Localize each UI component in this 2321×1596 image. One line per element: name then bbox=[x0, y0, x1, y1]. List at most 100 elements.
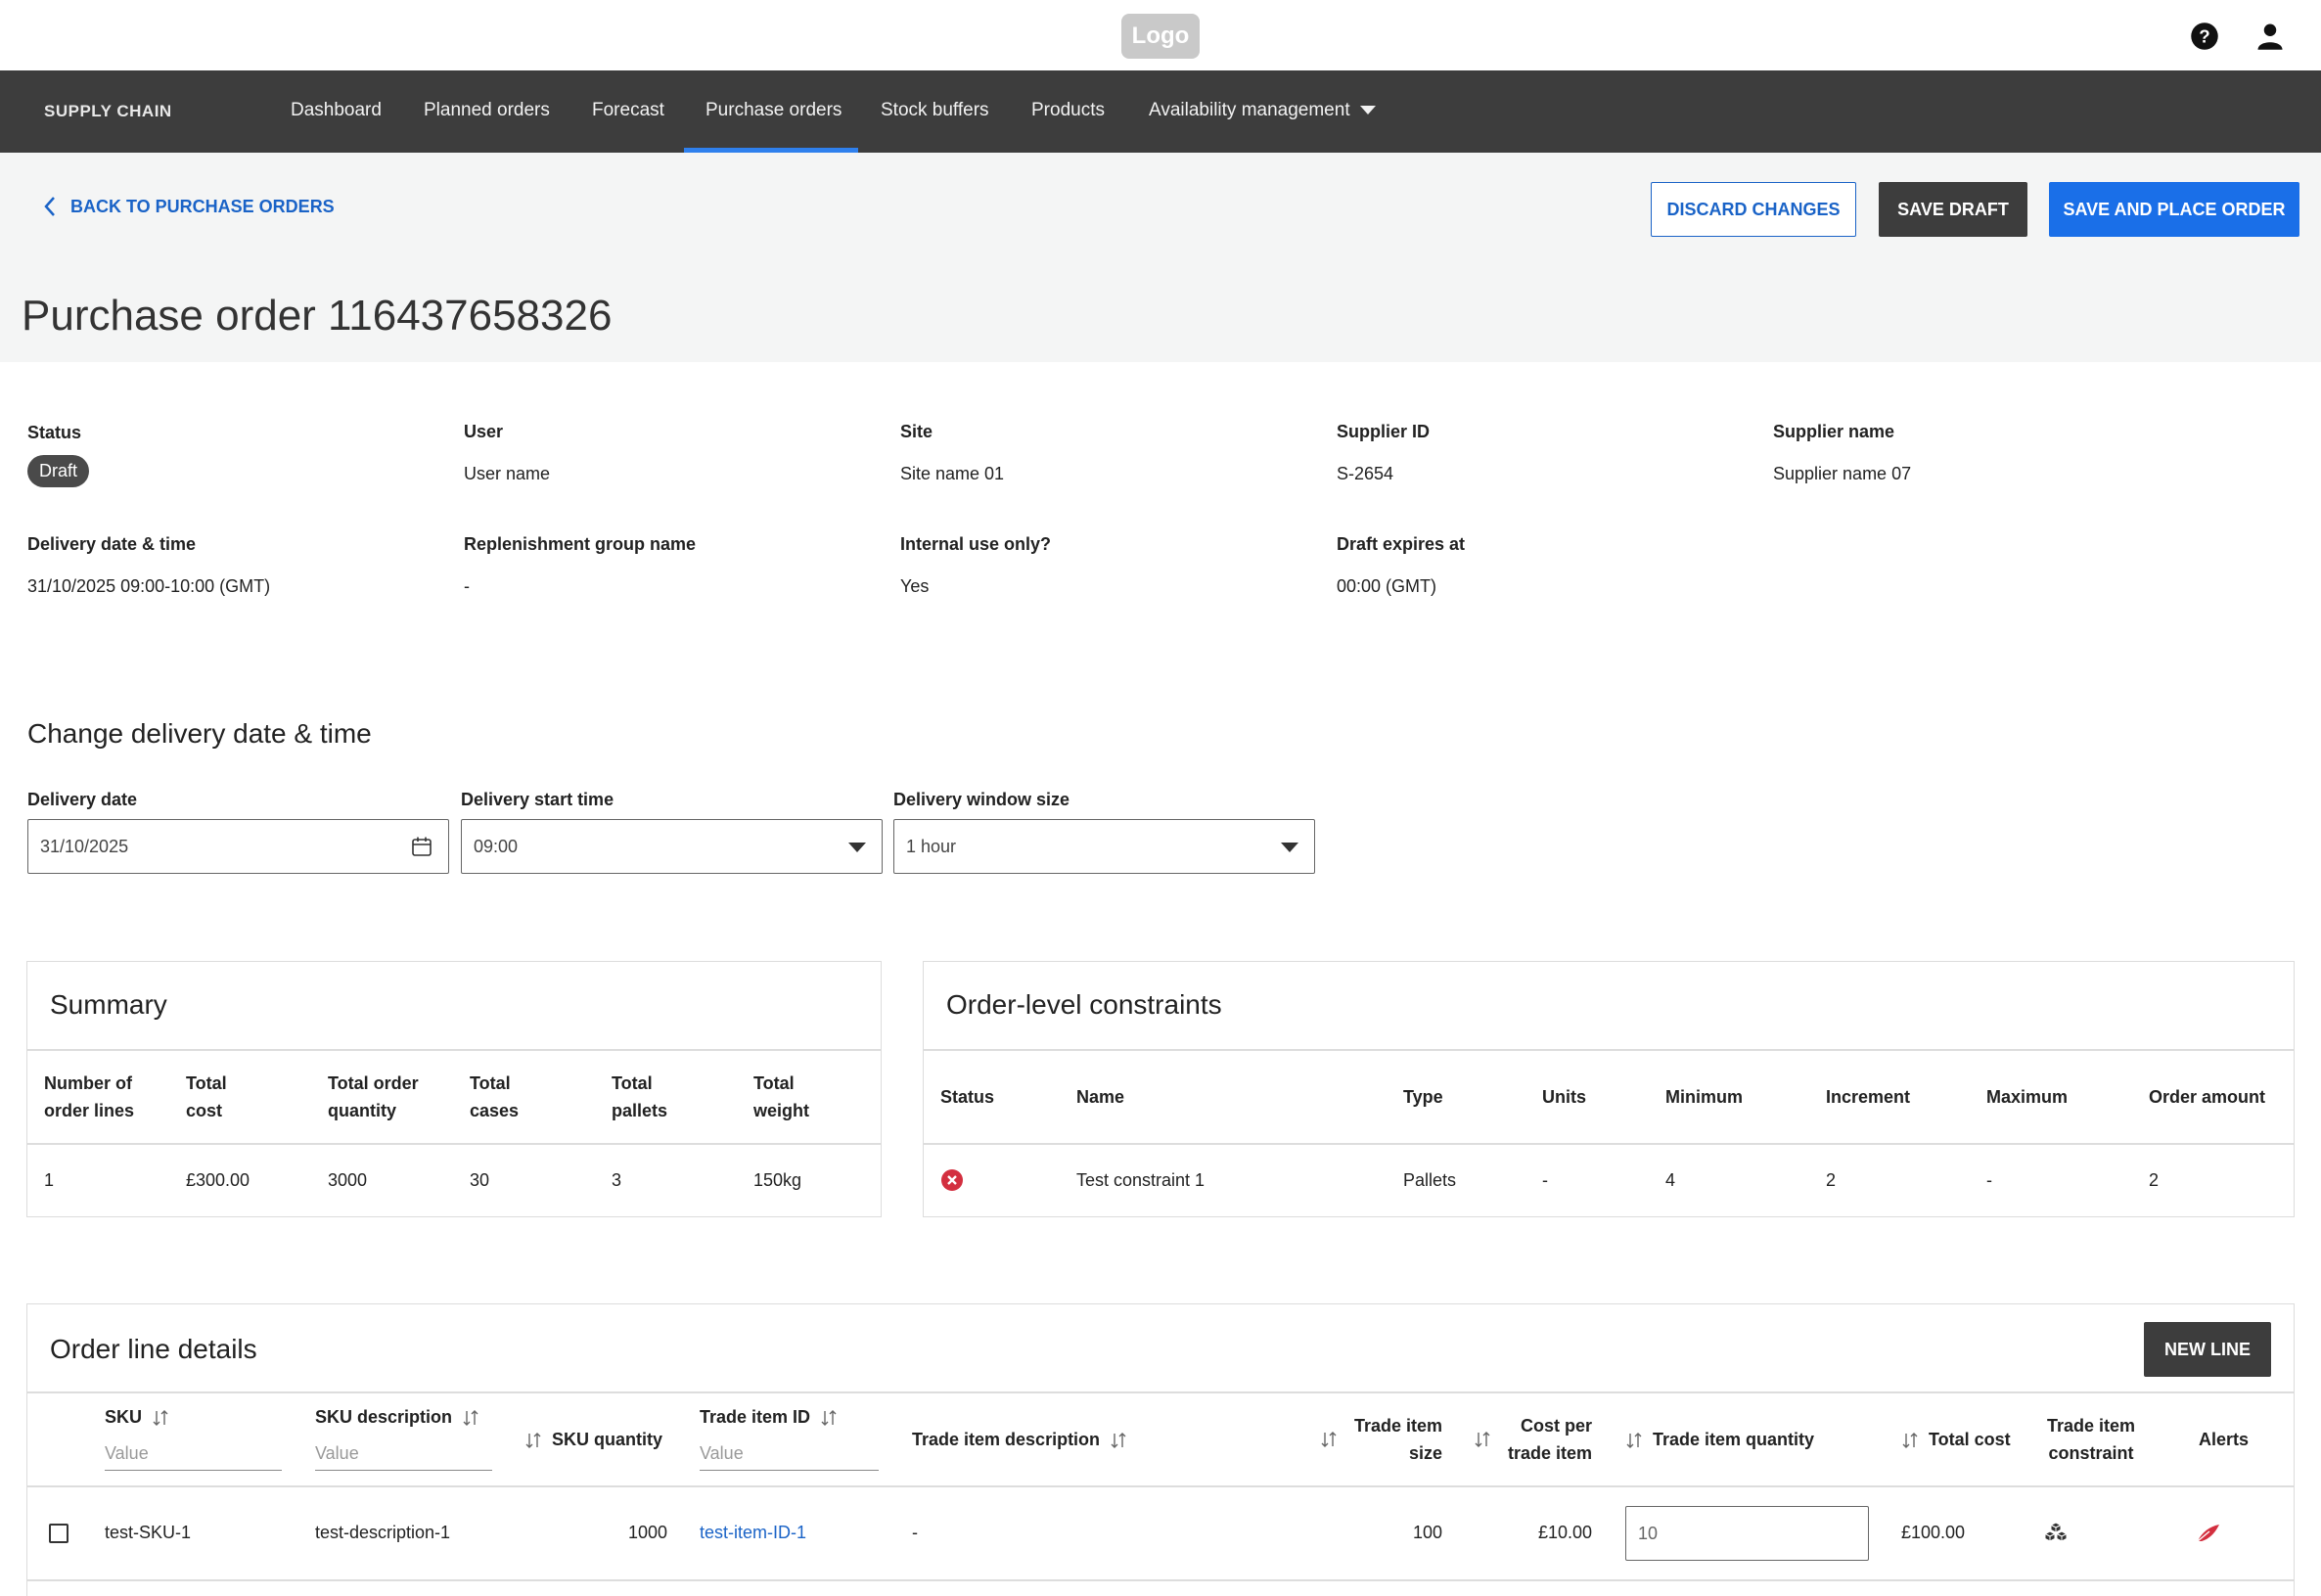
summary-value-total-pallets: 3 bbox=[612, 1170, 622, 1190]
nav-item-stock-buffers[interactable]: Stock buffers bbox=[881, 100, 989, 121]
sort-icon[interactable] bbox=[524, 1432, 542, 1449]
save-draft-button[interactable]: SAVE DRAFT bbox=[1879, 182, 2027, 237]
alert-icon[interactable] bbox=[2196, 1523, 2221, 1544]
summary-header-total-weight: Total weight bbox=[753, 1073, 809, 1120]
user-icon[interactable] bbox=[2255, 22, 2285, 51]
trade-item-id-filter-input[interactable]: Value bbox=[700, 1443, 879, 1471]
supplier-name-value: Supplier name 07 bbox=[1773, 464, 1912, 483]
chevron-down-icon bbox=[1359, 106, 1376, 115]
internal-use-label: Internal use only? bbox=[900, 534, 1052, 554]
divider bbox=[923, 1049, 2295, 1051]
column-header-sku-quantity[interactable]: SKU quantity bbox=[524, 1426, 662, 1453]
column-header-cost-per-trade-item[interactable]: Cost per trade item bbox=[1500, 1412, 1592, 1467]
constraints-header-minimum: Minimum bbox=[1665, 1087, 1743, 1107]
column-header-label: SKU bbox=[105, 1407, 143, 1427]
nav-item-label: Availability management bbox=[1149, 100, 1350, 120]
sort-icon[interactable] bbox=[1110, 1432, 1127, 1449]
save-and-place-order-button[interactable]: SAVE AND PLACE ORDER bbox=[2049, 182, 2299, 237]
delivery-date-input[interactable]: 31/10/2025 bbox=[27, 819, 449, 874]
discard-changes-button[interactable]: DISCARD CHANGES bbox=[1651, 182, 1856, 237]
delivery-datetime-label: Delivery date & time bbox=[27, 534, 197, 554]
sort-icon[interactable] bbox=[1625, 1432, 1643, 1449]
column-header-trade-item-constraint: Trade item constraint bbox=[2046, 1416, 2136, 1463]
status-badge: Draft bbox=[27, 455, 90, 487]
nav-item-products[interactable]: Products bbox=[1031, 100, 1105, 121]
sku-filter-input[interactable]: Value bbox=[105, 1443, 282, 1471]
sort-icon[interactable] bbox=[820, 1409, 838, 1427]
back-link-label: BACK TO PURCHASE ORDERS bbox=[70, 196, 335, 216]
delivery-window-value: 1 hour bbox=[906, 836, 957, 856]
summary-header-total-cases: Total cases bbox=[470, 1073, 520, 1120]
row-trade-item-size: 100 bbox=[1412, 1523, 1442, 1542]
column-header-label: Total cost bbox=[1929, 1430, 2011, 1449]
internal-use-value: Yes bbox=[900, 576, 930, 596]
constraints-header-type: Type bbox=[1403, 1087, 1443, 1107]
delivery-window-select[interactable]: 1 hour bbox=[893, 819, 1315, 874]
supplier-name-label: Supplier name bbox=[1773, 422, 1895, 441]
trade-item-quantity-input[interactable]: 10 bbox=[1625, 1506, 1869, 1561]
column-header-label: Trade item ID bbox=[700, 1407, 811, 1427]
row-trade-item-id-link[interactable]: test-item-ID-1 bbox=[700, 1523, 806, 1543]
order-lines-title: Order line details bbox=[50, 1334, 257, 1364]
summary-value-total-cases: 30 bbox=[470, 1170, 490, 1190]
divider bbox=[26, 1049, 882, 1051]
summary-value-total-cost: £300.00 bbox=[186, 1170, 250, 1190]
sort-icon[interactable] bbox=[1901, 1432, 1919, 1449]
row-checkbox[interactable] bbox=[49, 1524, 68, 1543]
help-icon[interactable]: ? bbox=[2190, 22, 2219, 51]
replenishment-group-label: Replenishment group name bbox=[464, 534, 697, 554]
new-line-button[interactable]: NEW LINE bbox=[2144, 1322, 2271, 1377]
sort-icon[interactable] bbox=[1474, 1431, 1491, 1448]
constraints-header-units: Units bbox=[1542, 1087, 1586, 1107]
row-trade-item-description: - bbox=[912, 1523, 918, 1542]
column-header-trade-item-size[interactable]: Trade item size bbox=[1346, 1412, 1442, 1467]
summary-header-total-cost: Total cost bbox=[186, 1073, 227, 1120]
nav-item-availability-management[interactable]: Availability management bbox=[1149, 100, 1376, 121]
constraint-name: Test constraint 1 bbox=[1076, 1170, 1206, 1190]
row-total-cost: £100.00 bbox=[1901, 1523, 1966, 1542]
back-link[interactable]: BACK TO PURCHASE ORDERS bbox=[43, 196, 335, 217]
delivery-start-time-label: Delivery start time bbox=[461, 790, 614, 809]
delivery-start-time-select[interactable]: 09:00 bbox=[461, 819, 883, 874]
sku-description-filter-input[interactable]: Value bbox=[315, 1443, 492, 1471]
column-header-total-cost[interactable]: Total cost bbox=[1901, 1426, 2011, 1453]
user-label: User bbox=[464, 422, 504, 441]
chevron-left-icon bbox=[44, 197, 55, 216]
calendar-icon[interactable] bbox=[411, 836, 432, 857]
sort-icon[interactable] bbox=[152, 1409, 169, 1427]
constraints-header-name: Name bbox=[1076, 1087, 1125, 1107]
column-header-sku[interactable]: SKU bbox=[105, 1403, 169, 1431]
draft-expires-label: Draft expires at bbox=[1337, 534, 1466, 554]
nav-brand: SUPPLY CHAIN bbox=[44, 102, 172, 120]
column-header-trade-item-description[interactable]: Trade item description bbox=[912, 1426, 1127, 1453]
delivery-window-label: Delivery window size bbox=[893, 790, 1070, 809]
row-sku: test-SKU-1 bbox=[105, 1523, 192, 1542]
constraints-title: Order-level constraints bbox=[946, 989, 1222, 1020]
sort-icon[interactable] bbox=[462, 1409, 479, 1427]
divider bbox=[26, 1485, 2295, 1487]
error-status-icon bbox=[941, 1169, 963, 1191]
column-header-label: Trade item description bbox=[912, 1430, 1101, 1449]
nav-item-purchase-orders[interactable]: Purchase orders bbox=[705, 100, 842, 121]
chevron-down-icon bbox=[1281, 843, 1298, 852]
column-header-trade-item-quantity[interactable]: Trade item quantity bbox=[1625, 1426, 1814, 1453]
sort-icon[interactable] bbox=[1320, 1431, 1338, 1448]
divider bbox=[923, 1143, 2295, 1145]
supplier-id-label: Supplier ID bbox=[1337, 422, 1431, 441]
site-value: Site name 01 bbox=[900, 464, 1005, 483]
nav-item-forecast[interactable]: Forecast bbox=[592, 100, 664, 121]
logo: Logo bbox=[1121, 14, 1200, 59]
column-header-trade-item-id[interactable]: Trade item ID bbox=[700, 1403, 838, 1431]
summary-value-total-weight: 150kg bbox=[753, 1170, 802, 1190]
divider bbox=[26, 1391, 2295, 1393]
summary-title: Summary bbox=[50, 989, 167, 1020]
constraint-maximum: - bbox=[1986, 1170, 1992, 1190]
column-header-sku-description[interactable]: SKU description bbox=[315, 1403, 479, 1431]
user-value: User name bbox=[464, 464, 551, 483]
nav-item-dashboard[interactable]: Dashboard bbox=[291, 100, 382, 121]
nav-item-planned-orders[interactable]: Planned orders bbox=[424, 100, 550, 121]
constraint-minimum: 4 bbox=[1665, 1170, 1676, 1190]
stacked-boxes-icon[interactable] bbox=[2044, 1522, 2068, 1543]
delivery-datetime-value: 31/10/2025 09:00-10:00 (GMT) bbox=[27, 576, 271, 596]
page-header: BACK TO PURCHASE ORDERS DISCARD CHANGES … bbox=[0, 153, 2321, 362]
